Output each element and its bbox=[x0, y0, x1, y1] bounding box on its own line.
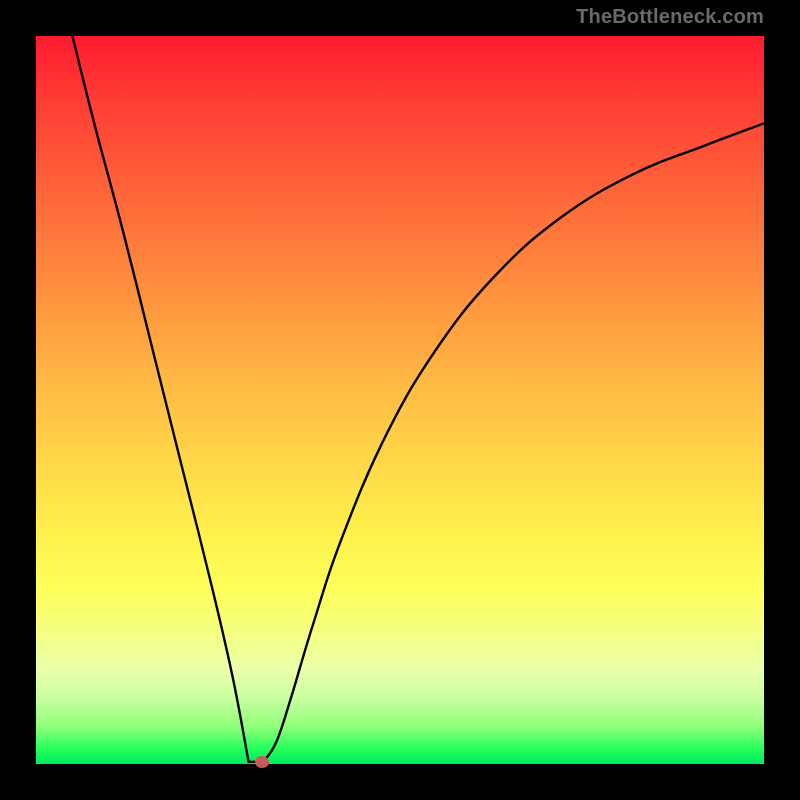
chart-frame: TheBottleneck.com bbox=[0, 0, 800, 800]
optimal-point-marker bbox=[255, 756, 269, 768]
watermark-text: TheBottleneck.com bbox=[576, 6, 764, 29]
bottleneck-curve bbox=[36, 36, 764, 764]
plot-area bbox=[36, 36, 764, 764]
